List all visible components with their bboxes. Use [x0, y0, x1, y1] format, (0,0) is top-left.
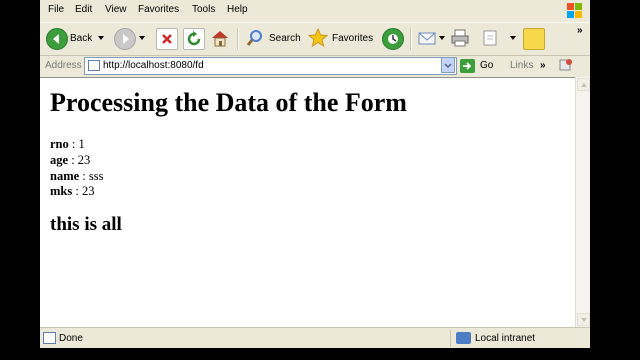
- field-value: 23: [81, 184, 95, 198]
- field-rno: rno : 1: [50, 137, 85, 151]
- mail-icon[interactable]: [417, 28, 437, 48]
- search-button[interactable]: Search: [269, 33, 301, 44]
- messenger-icon[interactable]: [523, 28, 545, 50]
- menu-bar: File Edit View Favorites Tools Help: [40, 0, 590, 23]
- scroll-up-button[interactable]: [577, 78, 590, 91]
- toolbar-chevron-icon[interactable]: »: [577, 25, 583, 36]
- edit-page-icon[interactable]: [480, 28, 500, 48]
- print-icon[interactable]: [450, 28, 470, 48]
- chevron-up-icon: [581, 83, 587, 87]
- extension-icon[interactable]: [558, 57, 574, 73]
- toolbar: Back Search Favorites »: [40, 23, 590, 56]
- field-mks: mks : 23: [50, 184, 95, 198]
- edit-dropdown-icon[interactable]: [510, 36, 516, 40]
- page-done-icon: [43, 332, 56, 344]
- toolbar-separator: [237, 28, 239, 50]
- field-key: rno: [50, 137, 69, 151]
- refresh-icon[interactable]: [183, 28, 205, 50]
- zone-text: Local intranet: [475, 333, 536, 344]
- favorites-star-icon[interactable]: [307, 27, 329, 48]
- address-input[interactable]: http://localhost:8080/fd: [84, 57, 457, 75]
- page-content: Processing the Data of the Form rno : 1 …: [40, 77, 575, 328]
- field-name: name : sss: [50, 169, 104, 183]
- browser-window: File Edit View Favorites Tools Help Back: [40, 0, 590, 348]
- home-icon[interactable]: [210, 28, 230, 48]
- toolbar-separator: [410, 28, 412, 50]
- forward-dropdown-icon[interactable]: [139, 36, 145, 40]
- field-value: 1: [78, 137, 85, 151]
- links-button[interactable]: Links: [510, 60, 533, 71]
- menu-help[interactable]: Help: [227, 4, 248, 15]
- go-arrow-icon[interactable]: [460, 59, 475, 73]
- back-dropdown-icon[interactable]: [98, 36, 104, 40]
- back-icon[interactable]: [46, 28, 68, 50]
- address-dropdown-button[interactable]: [441, 57, 455, 73]
- status-bar: Done Local intranet: [40, 327, 590, 348]
- scroll-down-button[interactable]: [577, 313, 590, 326]
- field-key: name: [50, 169, 80, 183]
- chevron-down-icon: [581, 318, 587, 322]
- stop-icon[interactable]: [156, 28, 178, 50]
- search-icon[interactable]: [245, 28, 265, 48]
- security-zone: Local intranet: [450, 330, 581, 347]
- address-url[interactable]: http://localhost:8080/fd: [103, 60, 204, 71]
- menu-edit[interactable]: Edit: [75, 4, 92, 15]
- footer-text: this is all: [50, 214, 122, 235]
- links-chevron-icon[interactable]: »: [540, 60, 546, 71]
- field-age: age : 23: [50, 153, 91, 167]
- menu-favorites[interactable]: Favorites: [138, 4, 179, 15]
- field-key: age: [50, 153, 69, 167]
- menu-view[interactable]: View: [105, 4, 127, 15]
- page-title: Processing the Data of the Form: [50, 88, 407, 117]
- favorites-button[interactable]: Favorites: [332, 33, 373, 44]
- menu-file[interactable]: File: [48, 4, 64, 15]
- field-key: mks: [50, 184, 73, 198]
- vertical-scrollbar[interactable]: [575, 77, 590, 327]
- history-icon[interactable]: [382, 28, 404, 50]
- go-button[interactable]: Go: [480, 60, 493, 71]
- intranet-icon: [456, 332, 471, 344]
- field-value: sss: [88, 169, 104, 183]
- windows-logo-icon: [566, 2, 584, 19]
- address-label: Address: [45, 60, 82, 71]
- forward-icon[interactable]: [114, 28, 136, 50]
- menu-tools[interactable]: Tools: [192, 4, 215, 15]
- back-button[interactable]: Back: [70, 33, 92, 44]
- page-icon: [88, 60, 100, 71]
- address-bar: Address http://localhost:8080/fd Go Link…: [40, 56, 590, 76]
- status-text: Done: [59, 333, 83, 344]
- field-value: 23: [77, 153, 91, 167]
- mail-dropdown-icon[interactable]: [439, 36, 445, 40]
